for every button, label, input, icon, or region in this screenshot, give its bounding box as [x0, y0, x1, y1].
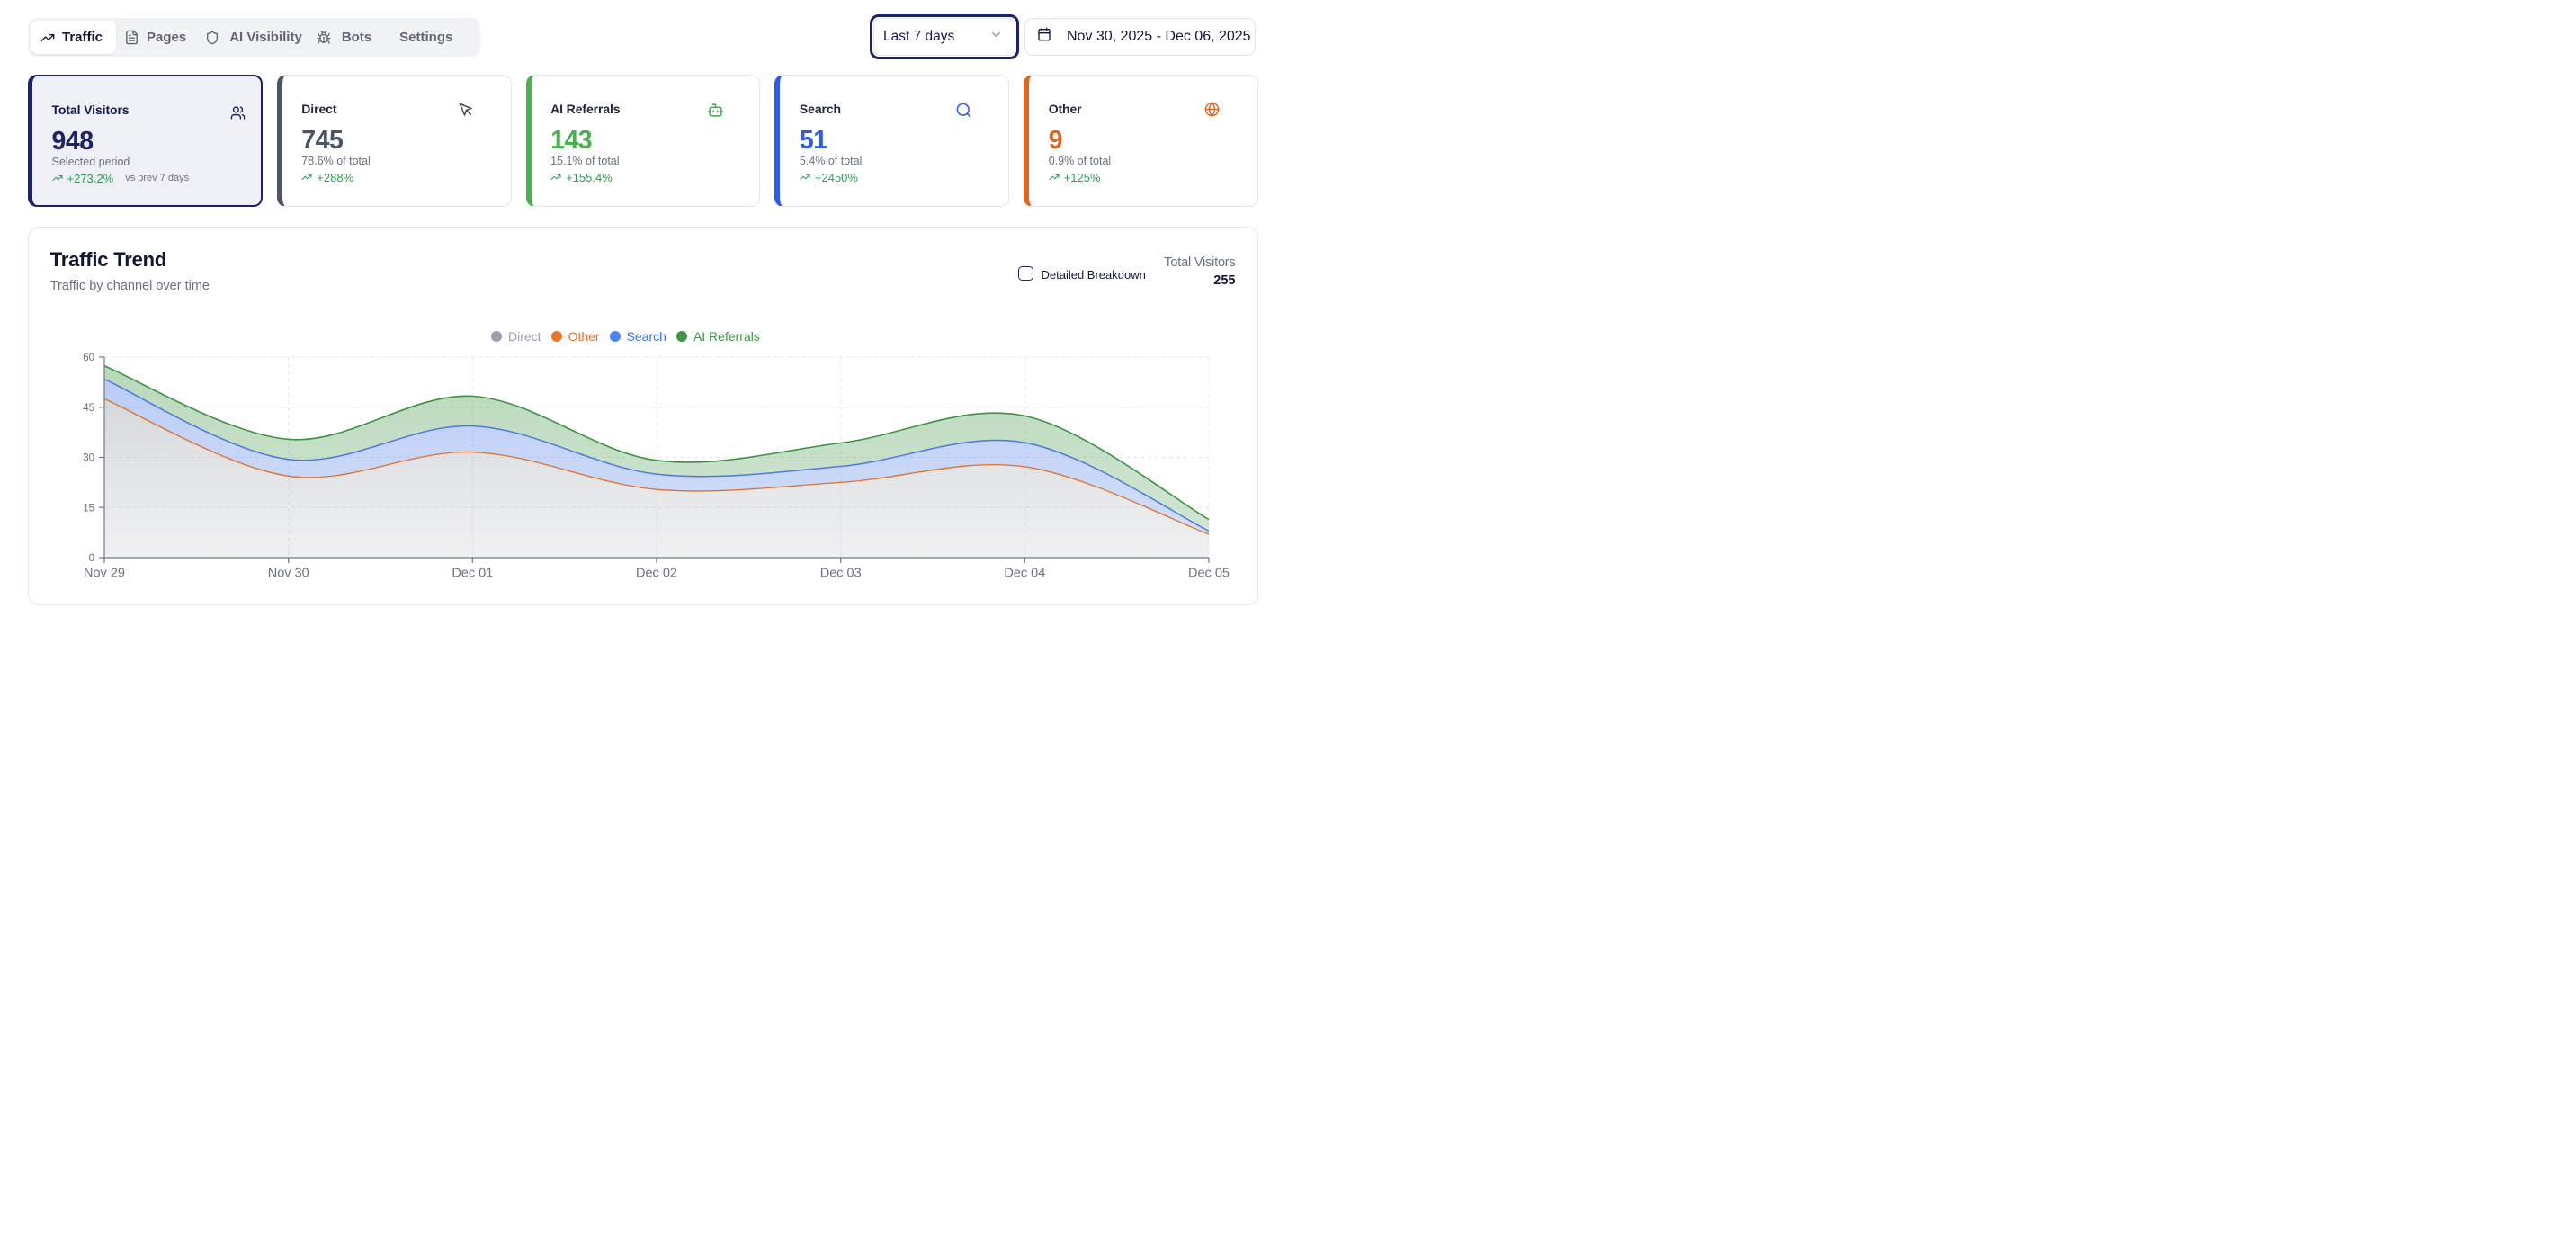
svg-text:60: 60	[83, 353, 94, 363]
svg-text:Dec 03: Dec 03	[820, 567, 862, 581]
svg-text:Nov 29: Nov 29	[84, 567, 125, 581]
svg-text:30: 30	[83, 453, 94, 464]
svg-text:Dec 05: Dec 05	[1188, 567, 1230, 581]
svg-text:45: 45	[83, 403, 94, 414]
svg-text:0: 0	[89, 553, 94, 564]
svg-text:Nov 30: Nov 30	[268, 567, 309, 581]
svg-text:Dec 04: Dec 04	[1004, 567, 1045, 581]
svg-text:Dec 01: Dec 01	[452, 567, 493, 581]
svg-text:Dec 02: Dec 02	[636, 567, 677, 581]
svg-text:15: 15	[83, 503, 94, 514]
